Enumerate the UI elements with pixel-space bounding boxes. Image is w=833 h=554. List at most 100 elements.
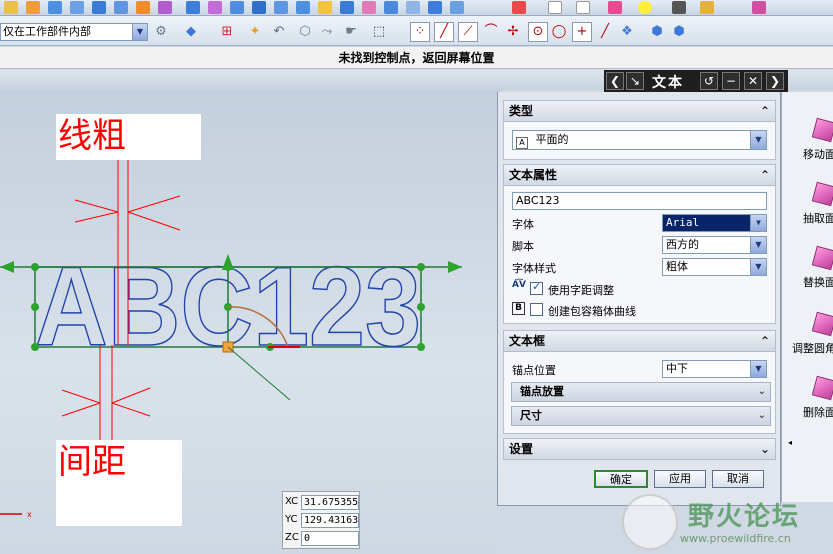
apply-button[interactable]: 应用	[654, 470, 706, 488]
line-snap-button[interactable]: ╱	[434, 22, 454, 42]
lightbulb-icon[interactable]	[638, 1, 652, 14]
toolbar-icon[interactable]	[512, 1, 526, 14]
intersection-icon[interactable]: ✢	[504, 24, 522, 40]
font-select[interactable]: Arial ▼	[662, 214, 767, 232]
scroll-left-icon[interactable]: ◂	[788, 438, 792, 447]
cube-icon[interactable]: ⬡	[296, 24, 314, 40]
back-icon[interactable]: ❮	[606, 72, 624, 90]
snap-point-icon[interactable]: ✦	[246, 24, 264, 40]
midpoint-snap-button[interactable]: ⟋	[458, 22, 478, 42]
selection-scope-select[interactable]: 仅在工作部件内部 ▼	[0, 23, 148, 41]
xc-input[interactable]: 31.675355	[301, 495, 359, 510]
resource-item-replace-face[interactable]: 替换面	[782, 242, 833, 302]
toolbar-icon[interactable]	[230, 1, 244, 14]
toolbar-icon[interactable]	[92, 1, 106, 14]
toolbar-icon[interactable]	[576, 1, 590, 14]
toolbar-icon[interactable]	[114, 1, 128, 14]
toolbar-icon[interactable]	[208, 1, 222, 14]
section-text-frame-header[interactable]: 文本框 ⌃	[503, 330, 776, 352]
chevron-down-icon[interactable]: ▼	[750, 237, 766, 253]
dimensions-subsection[interactable]: 尺寸 ⌄	[511, 406, 771, 426]
toolbar-icon[interactable]	[4, 1, 18, 14]
rectangle-select-icon[interactable]: ⬚	[370, 24, 388, 40]
section-settings-header[interactable]: 设置 ⌄	[503, 438, 776, 460]
resource-item-delete-face[interactable]: 删除面	[782, 372, 833, 432]
forward-icon[interactable]: ❯	[766, 72, 784, 90]
toolbar-icon[interactable]	[362, 1, 376, 14]
toolbar-icon[interactable]	[428, 1, 442, 14]
style-select[interactable]: 粗体 ▼	[662, 258, 767, 276]
toolbar-icon[interactable]	[450, 1, 464, 14]
toolbar-icon[interactable]	[318, 1, 332, 14]
section-text-props-title: 文本属性	[509, 168, 558, 182]
point-snap-button[interactable]: +	[572, 22, 592, 42]
minimize-icon[interactable]: −	[722, 72, 740, 90]
center-snap-button[interactable]: ⊙	[528, 22, 548, 42]
style-value: 粗体	[666, 260, 688, 273]
toolbar-icon[interactable]	[186, 1, 200, 14]
snap-icon[interactable]: ◆	[182, 24, 200, 40]
toolbar-icon[interactable]	[48, 1, 62, 14]
toolbar-icon[interactable]	[136, 1, 150, 14]
toolbar-icon[interactable]	[548, 1, 562, 14]
section-type-header[interactable]: 类型 ⌃	[503, 100, 776, 122]
zc-label: ZC	[285, 532, 299, 543]
line-icon[interactable]: ╱	[596, 24, 614, 40]
toolbar-icon[interactable]	[608, 1, 622, 14]
chevron-down-icon[interactable]: ▼	[750, 361, 766, 377]
graphics-window[interactable]: ABC123 x 线粗 间距 XC 31.675355 YC 129.43163…	[0, 90, 500, 554]
point-filter-icon[interactable]: ⊞	[218, 24, 236, 40]
reset-icon[interactable]: ↺	[700, 72, 718, 90]
toolbar-icon[interactable]	[700, 1, 714, 14]
solid-icon[interactable]: ⬢	[670, 24, 688, 40]
quadrant-icon[interactable]: ◯	[550, 24, 568, 40]
toolbar-icon[interactable]	[70, 1, 84, 14]
close-icon[interactable]: ✕	[744, 72, 762, 90]
curve-icon[interactable]: ❖	[618, 24, 636, 40]
chevron-down-icon[interactable]: ▼	[750, 215, 766, 231]
toolbar-icon[interactable]	[26, 1, 40, 14]
section-text-props-header[interactable]: 文本属性 ⌃	[503, 164, 776, 186]
toolbar-icon[interactable]	[252, 1, 266, 14]
toolbar-icon[interactable]	[406, 1, 420, 14]
yc-input[interactable]: 129.431636	[301, 513, 359, 528]
spacing-pointer-line	[61, 402, 101, 417]
spacing-pointer-line	[61, 389, 101, 404]
toolbar-icon[interactable]	[296, 1, 310, 14]
resource-item-resize-blend[interactable]: 调整圆角	[782, 308, 833, 368]
toolbar-icon[interactable]	[158, 1, 172, 14]
resource-item-extract-face[interactable]: 抽取面	[782, 178, 833, 238]
arc-snap-icon[interactable]: ⌒	[482, 24, 500, 40]
kerning-checkbox[interactable]	[530, 280, 543, 295]
toolbar-icon[interactable]	[340, 1, 354, 14]
anchor-select[interactable]: 中下 ▼	[662, 360, 767, 378]
type-select[interactable]: A 平面的 ▼	[512, 130, 767, 150]
toolbar-icon[interactable]	[384, 1, 398, 14]
zc-input[interactable]: 0	[301, 531, 359, 546]
part-filter-icon[interactable]: ⚙	[152, 24, 170, 40]
hand-icon[interactable]: ☛	[342, 24, 360, 40]
toolbar-icon[interactable]	[752, 1, 766, 14]
ok-button[interactable]: 确定	[594, 470, 648, 488]
selection-scope-value: 仅在工作部件内部	[3, 25, 91, 38]
anchor-placement-subsection[interactable]: 锚点放置 ⌄	[511, 382, 771, 402]
toolbar-icon[interactable]	[274, 1, 288, 14]
toolbar-icon[interactable]	[672, 1, 686, 14]
script-select[interactable]: 西方的 ▼	[662, 236, 767, 254]
path-icon[interactable]: ⤳	[318, 24, 336, 40]
text-input[interactable]: ABC123	[512, 192, 767, 210]
anchor-placement-title: 锚点放置	[520, 385, 564, 398]
solid-icon[interactable]: ⬢	[648, 24, 666, 40]
bounding-box-checkbox[interactable]	[530, 303, 543, 316]
undo-icon[interactable]: ↶	[270, 24, 288, 40]
dialog-title-bar[interactable]: ❮ ↘ 文本 ↺ − ✕ ❯	[604, 70, 788, 92]
chevron-down-icon[interactable]: ▼	[750, 259, 766, 275]
collapse-icon[interactable]: ↘	[626, 72, 644, 90]
endpoint-snap-button[interactable]: ⁘	[410, 22, 430, 42]
chevron-down-icon[interactable]: ▼	[132, 24, 147, 40]
script-label: 脚本	[512, 240, 534, 253]
cancel-button[interactable]: 取消	[712, 470, 764, 488]
planar-text-icon: A	[516, 137, 528, 149]
resource-item-move-face[interactable]: 移动面	[782, 114, 833, 174]
chevron-down-icon[interactable]: ▼	[750, 131, 766, 149]
